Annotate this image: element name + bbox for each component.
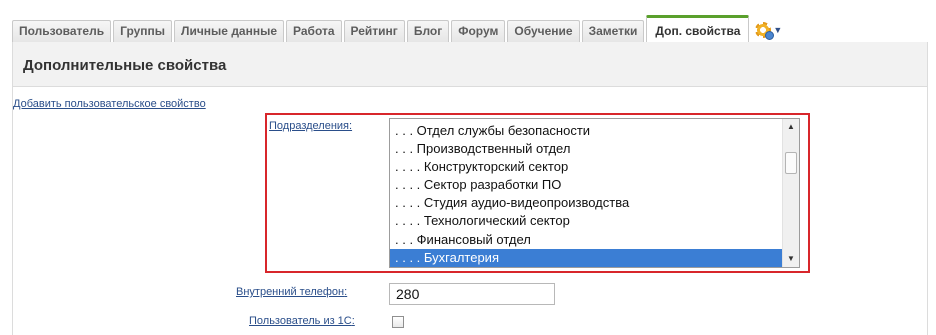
tab-rating[interactable]: Рейтинг [343, 20, 405, 42]
tabs: Пользователь Группы Личные данные Работа… [12, 10, 782, 43]
list-item-selected[interactable]: . . . . Бухгалтерия [390, 248, 782, 267]
departments-label-text: Подразделения [269, 120, 349, 132]
list-item[interactable]: . . . . Конструкторский сектор [390, 158, 782, 176]
tab-personal-data[interactable]: Личные данные [174, 20, 285, 42]
section-title: Дополнительные свойства [23, 57, 227, 74]
label-colon: : [349, 120, 353, 132]
scroll-down-icon[interactable]: ▼ [783, 251, 799, 267]
list-item[interactable]: . . . Отдел службы безопасности [390, 122, 782, 140]
listbox-scrollbar[interactable]: ▲ ▼ [782, 119, 799, 267]
departments-options: . . . Отдел службы безопасности . . . Пр… [390, 122, 782, 267]
tab-additional-properties[interactable]: Доп. свойства [646, 15, 750, 43]
departments-listbox[interactable]: . . . Отдел службы безопасности . . . Пр… [389, 118, 800, 268]
list-item[interactable]: . . . . Студия аудио-видеопроизводства [390, 194, 782, 212]
user-edit-form: Пользователь Группы Личные данные Работа… [0, 0, 936, 335]
label-colon: : [344, 286, 348, 298]
from-1c-checkbox[interactable] [392, 316, 404, 328]
tab-user[interactable]: Пользователь [12, 20, 112, 42]
tab-settings-menu[interactable]: ▼ [755, 18, 782, 42]
phone-input[interactable] [389, 283, 555, 305]
phone-label-text: Внутренний телефон [236, 286, 345, 298]
chevron-down-icon[interactable]: ▼ [773, 25, 782, 35]
scroll-up-icon[interactable]: ▲ [783, 119, 799, 135]
list-item[interactable]: . . . . Сектор разработки ПО [390, 176, 782, 194]
tab-groups[interactable]: Группы [113, 20, 173, 42]
tab-notes[interactable]: Заметки [581, 20, 645, 42]
tab-learning[interactable]: Обучение [507, 20, 580, 42]
scroll-thumb[interactable] [785, 152, 797, 174]
tab-blog[interactable]: Блог [406, 20, 450, 42]
section-header: Дополнительные свойства [12, 42, 928, 87]
list-item[interactable]: . . . Производственный отдел [390, 140, 782, 158]
gear-icon[interactable] [755, 22, 775, 40]
from-1c-label-text: Пользователь из 1С [249, 315, 352, 327]
departments-label: Подразделения: [269, 120, 352, 132]
phone-label: Внутренний телефон: [236, 286, 347, 298]
add-user-property-link[interactable]: Добавить пользовательское свойство [13, 98, 206, 110]
tab-forum[interactable]: Форум [451, 20, 506, 42]
tab-bar: Пользователь Группы Личные данные Работа… [0, 0, 936, 43]
tab-work[interactable]: Работа [286, 20, 342, 42]
list-item[interactable]: . . . Финансовый отдел [390, 231, 782, 249]
form-content: Добавить пользовательское свойство Подра… [12, 87, 928, 335]
label-colon: : [351, 315, 355, 327]
from-1c-label: Пользователь из 1С: [249, 315, 355, 327]
list-item[interactable]: . . . . Технологический сектор [390, 212, 782, 230]
